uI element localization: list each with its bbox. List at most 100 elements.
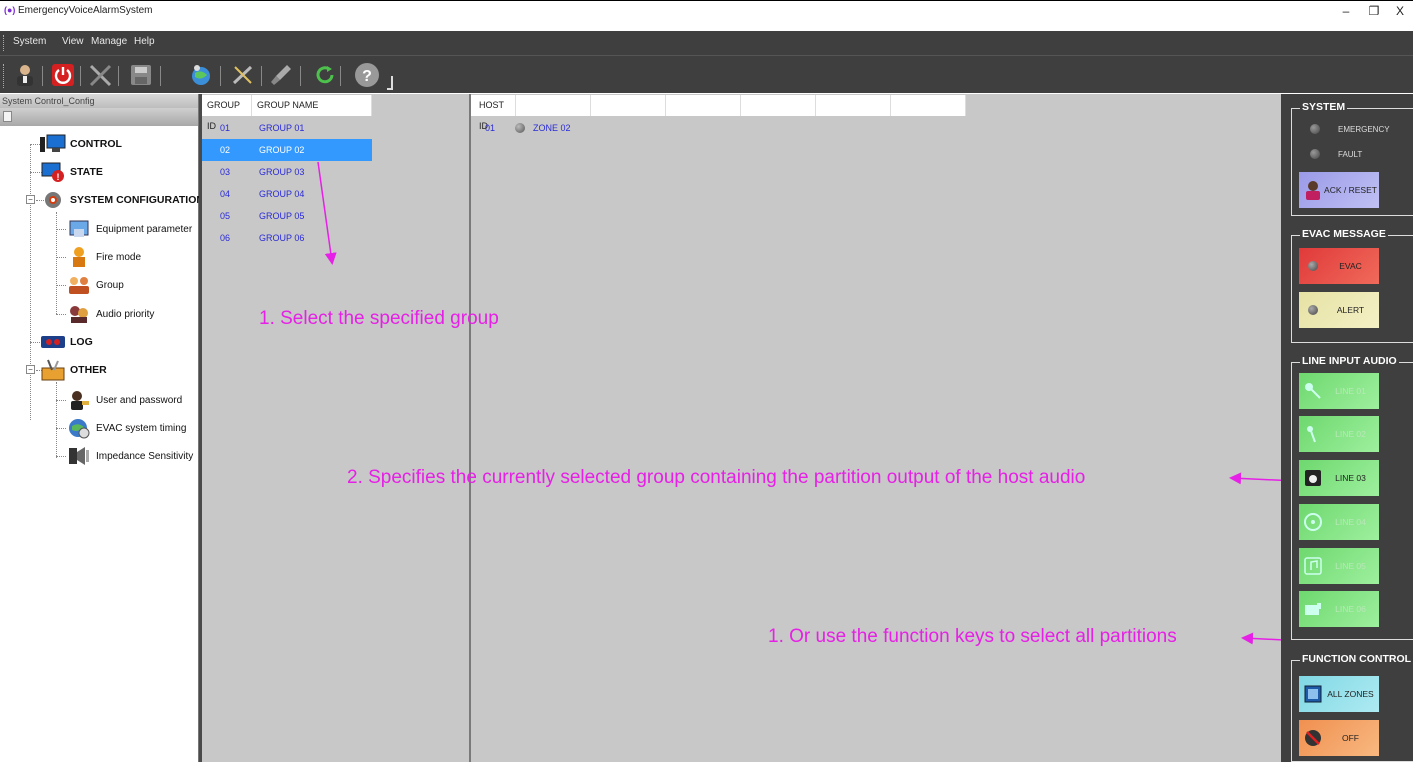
column-group-id[interactable]: GROUP ID xyxy=(202,95,252,131)
group-list-panel: GROUP ID GROUP NAME 01 GROUP 01 02 GROUP… xyxy=(202,94,470,762)
tree-item-evac-system-timing[interactable]: EVAC system timing xyxy=(66,417,186,439)
evac-button[interactable]: EVAC xyxy=(1299,248,1379,284)
group-row[interactable]: 05 GROUP 05 xyxy=(202,205,372,227)
tree-item-audio-priority[interactable]: Audio priority xyxy=(66,303,154,325)
menu-system[interactable]: System xyxy=(13,36,46,47)
tree-item-equipment-parameter[interactable]: Equipment parameter xyxy=(66,218,192,240)
emergency-led-icon xyxy=(1310,124,1320,134)
menu-view[interactable]: View xyxy=(62,36,84,47)
tree-header: System Control_Config xyxy=(0,94,198,108)
system-title: SYSTEM xyxy=(1300,101,1348,113)
user-icon[interactable] xyxy=(12,62,38,88)
line-04-button[interactable]: LINE 04 xyxy=(1299,504,1379,540)
speaker-icon xyxy=(66,445,92,467)
tree-item-other[interactable]: OTHER xyxy=(40,359,107,381)
host-zone-panel: HOST ID 01 ZONE 02 xyxy=(471,94,1281,762)
radio-icon xyxy=(1302,598,1324,620)
annotation-partition-output: 2. Specifies the currently selected grou… xyxy=(347,467,1086,488)
svg-text:?: ? xyxy=(362,68,372,85)
tree-item-impedance-sensitivity[interactable]: Impedance Sensitivity xyxy=(66,445,193,467)
host-table-header: HOST ID xyxy=(471,95,966,131)
gear-cluster-icon xyxy=(40,189,66,211)
tree-item-fire-mode[interactable]: Fire mode xyxy=(66,246,141,268)
operator-icon xyxy=(1302,179,1324,201)
group-row[interactable]: 03 GROUP 03 xyxy=(202,161,372,183)
off-button[interactable]: OFF xyxy=(1299,720,1379,756)
power-icon[interactable] xyxy=(50,62,76,88)
line-02-button[interactable]: LINE 02 xyxy=(1299,416,1379,452)
minimize-button[interactable]: – xyxy=(1334,3,1358,19)
close-button[interactable]: X xyxy=(1388,3,1412,19)
zone-label: ZONE 02 xyxy=(533,123,571,133)
zone-status-led-icon xyxy=(515,123,525,133)
column-zone-2[interactable] xyxy=(591,95,666,116)
fireman-icon xyxy=(66,246,92,268)
group-users-icon xyxy=(66,274,92,296)
menu-grip-icon xyxy=(3,35,5,51)
stand-mic-icon xyxy=(1302,423,1324,445)
column-zone-1[interactable] xyxy=(516,95,591,116)
line-05-button[interactable]: LINE 05 xyxy=(1299,548,1379,584)
tree-subheader xyxy=(0,108,198,126)
column-zone-5[interactable] xyxy=(816,95,891,116)
equipment-icon xyxy=(66,218,92,240)
refresh-icon[interactable] xyxy=(312,62,338,88)
toolbar-grip-icon xyxy=(3,64,5,88)
microphone-icon xyxy=(1302,380,1324,402)
menu-manage[interactable]: Manage xyxy=(91,36,127,47)
tools-icon[interactable] xyxy=(88,62,114,88)
svg-text:!: ! xyxy=(57,172,60,182)
network-icon[interactable] xyxy=(188,62,214,88)
broom-icon[interactable] xyxy=(268,62,294,88)
state-alert-icon: ! xyxy=(40,161,66,183)
host-row[interactable]: 01 ZONE 02 xyxy=(471,119,571,137)
zone-grid-icon xyxy=(1302,683,1324,705)
tree-item-log[interactable]: LOG xyxy=(40,331,93,353)
group-row[interactable]: 04 GROUP 04 xyxy=(202,183,372,205)
all-zones-button[interactable]: ALL ZONES xyxy=(1299,676,1379,712)
function-control-title: FUNCTION CONTROL xyxy=(1300,653,1413,665)
toolbox-icon xyxy=(40,359,66,381)
line-06-button[interactable]: LINE 06 xyxy=(1299,591,1379,627)
alert-button[interactable]: ALERT xyxy=(1299,292,1379,328)
group-row[interactable]: 01 GROUP 01 xyxy=(202,117,372,139)
help-icon[interactable]: ? xyxy=(354,62,380,88)
group-table-header: GROUP ID GROUP NAME xyxy=(202,95,372,131)
menu-bar: System View Manage Help xyxy=(0,31,1413,55)
column-group-name[interactable]: GROUP NAME xyxy=(252,95,372,116)
line-input-audio-title: LINE INPUT AUDIO xyxy=(1300,355,1399,367)
tree-item-control[interactable]: CONTROL xyxy=(40,133,122,155)
line-03-button-active[interactable]: LINE 03 xyxy=(1299,460,1379,496)
column-zone-6[interactable] xyxy=(891,95,966,116)
ack-reset-button[interactable]: ACK / RESET xyxy=(1299,172,1379,208)
tree-item-group[interactable]: Group xyxy=(66,274,124,296)
evac-message-title: EVAC MESSAGE xyxy=(1300,228,1388,240)
maximize-button[interactable]: ❐ xyxy=(1362,3,1386,19)
config-tree-panel: System Control_Config − − CONTROL ! STAT… xyxy=(0,94,204,762)
globe-clock-icon xyxy=(66,417,92,439)
audio-priority-icon xyxy=(66,303,92,325)
annotation-function-keys: 1. Or use the function keys to select al… xyxy=(768,626,1177,647)
collapse-system-config-icon[interactable]: − xyxy=(26,195,35,204)
save-icon[interactable] xyxy=(128,62,154,88)
tree-item-user-and-password[interactable]: User and password xyxy=(66,389,182,411)
title-bar: (●) EmergencyVoiceAlarmSystem – ❐ X xyxy=(0,0,1413,20)
group-row[interactable]: 06 GROUP 06 xyxy=(202,227,372,249)
line-01-button[interactable]: LINE 01 xyxy=(1299,373,1379,409)
menu-help[interactable]: Help xyxy=(134,36,155,47)
document-icon xyxy=(3,111,12,122)
column-zone-4[interactable] xyxy=(741,95,816,116)
toolbar: ? xyxy=(0,55,1413,93)
wrench-cross-icon[interactable] xyxy=(230,62,256,88)
fault-indicator: FAULT xyxy=(1310,146,1362,162)
tree-item-state[interactable]: ! STATE xyxy=(40,161,103,183)
speaker-box-icon xyxy=(1302,467,1324,489)
column-host-id[interactable]: HOST ID xyxy=(471,95,516,131)
monitor-icon xyxy=(40,133,66,155)
collapse-other-icon[interactable]: − xyxy=(26,365,35,374)
music-note-icon xyxy=(1302,555,1324,577)
group-row-selected[interactable]: 02 GROUP 02 xyxy=(202,139,372,161)
column-zone-3[interactable] xyxy=(666,95,741,116)
tree-item-system-configuration[interactable]: SYSTEM CONFIGURATION xyxy=(40,189,204,211)
alert-led-icon xyxy=(1302,299,1324,321)
